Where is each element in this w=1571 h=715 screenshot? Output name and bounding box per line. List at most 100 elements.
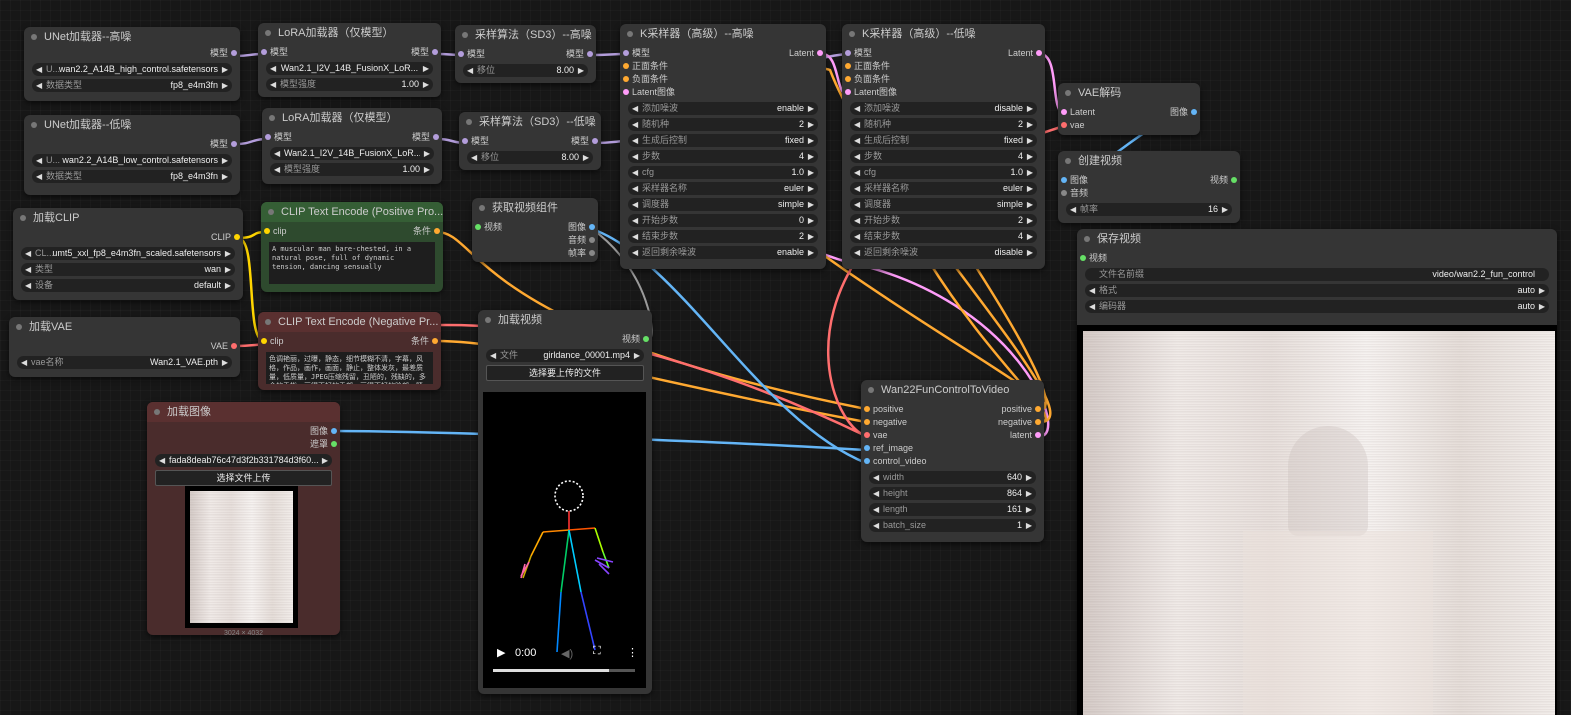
more-options-icon[interactable]: ⋮	[627, 646, 638, 659]
clip-encode-negative-node[interactable]: CLIP Text Encode (Negative Pr... clip 条件 …	[258, 312, 441, 390]
chevron-left-icon[interactable]: ◀	[854, 230, 860, 243]
video-player[interactable]: ▶ 0:00 ◀) ⛶ ⋮	[483, 392, 646, 688]
chevron-right-icon[interactable]: ▶	[1222, 203, 1228, 216]
chevron-left-icon[interactable]: ◀	[632, 230, 638, 243]
sampler-widget[interactable]: ◀ 采样器名称 euler ▶	[628, 182, 818, 195]
control-after-widget[interactable]: ◀ 生成后控制 fixed ▶	[850, 134, 1037, 147]
chevron-left-icon[interactable]: ◀	[36, 63, 42, 76]
chevron-right-icon[interactable]: ▶	[1027, 246, 1033, 259]
chevron-right-icon[interactable]: ▶	[1027, 150, 1033, 163]
chevron-left-icon[interactable]: ◀	[1089, 284, 1095, 297]
strength-widget[interactable]: ◀ 模型强度 1.00 ▶	[270, 163, 434, 176]
chevron-left-icon[interactable]: ◀	[854, 198, 860, 211]
image-preview[interactable]	[190, 491, 293, 623]
chevron-right-icon[interactable]: ▶	[1027, 102, 1033, 115]
end-step-widget[interactable]: ◀ 结束步数 2 ▶	[628, 230, 818, 243]
chevron-left-icon[interactable]: ◀	[25, 263, 31, 276]
input-model-socket[interactable]	[462, 138, 468, 144]
fullscreen-icon[interactable]: ⛶	[593, 645, 601, 658]
output-model-socket[interactable]	[231, 141, 237, 147]
volume-icon[interactable]: ◀)	[561, 647, 573, 660]
output-negative-socket[interactable]	[1035, 419, 1041, 425]
control-after-widget[interactable]: ◀ 生成后控制 fixed ▶	[628, 134, 818, 147]
image-file-widget[interactable]: ◀ fada8deab76c47d3f2b331784d3f60... ▶	[155, 454, 332, 467]
input-positive-socket[interactable]	[845, 63, 851, 69]
chevron-left-icon[interactable]: ◀	[854, 102, 860, 115]
output-video-socket[interactable]	[643, 336, 649, 342]
chevron-right-icon[interactable]: ▶	[222, 154, 228, 167]
chevron-right-icon[interactable]: ▶	[222, 63, 228, 76]
chevron-left-icon[interactable]: ◀	[873, 471, 879, 484]
video-file-widget[interactable]: ◀ 文件 girldance_00001.mp4 ▶	[486, 349, 644, 362]
input-model-socket[interactable]	[265, 134, 271, 140]
lora-loader-low-node[interactable]: LoRA加载器（仅模型） 模型 模型 ◀ Wan2.1_I2V_14B_Fusion…	[262, 108, 442, 184]
seed-widget[interactable]: ◀ 随机种 2 ▶	[628, 118, 818, 131]
filename-prefix-widget[interactable]: 文件名前缀 video/wan2.2_fun_control	[1085, 268, 1549, 281]
input-vae-socket[interactable]	[1061, 122, 1067, 128]
scheduler-widget[interactable]: ◀ 调度器 simple ▶	[628, 198, 818, 211]
output-model-socket[interactable]	[592, 138, 598, 144]
output-audio-socket[interactable]	[589, 237, 595, 243]
upload-video-button[interactable]: 选择要上传的文件	[486, 365, 644, 381]
output-model-socket[interactable]	[432, 49, 438, 55]
format-widget[interactable]: ◀ 格式 auto ▶	[1085, 284, 1549, 297]
chevron-right-icon[interactable]: ▶	[1026, 519, 1032, 532]
chevron-right-icon[interactable]: ▶	[1539, 300, 1545, 313]
input-ref-image-socket[interactable]	[864, 445, 870, 451]
chevron-right-icon[interactable]: ▶	[225, 279, 231, 292]
wan22-fun-control-node[interactable]: Wan22FunControlToVideo positive positive …	[861, 380, 1044, 542]
chevron-left-icon[interactable]: ◀	[25, 279, 31, 292]
negative-prompt-textarea[interactable]: 色调艳丽，过曝，静态，细节模糊不清，字幕，风格，作品，画作，画面，静止，整体发灰…	[266, 352, 433, 384]
input-clip-socket[interactable]	[264, 228, 270, 234]
output-latent-socket[interactable]	[1035, 432, 1041, 438]
chevron-right-icon[interactable]: ▶	[808, 134, 814, 147]
output-model-socket[interactable]	[231, 50, 237, 56]
output-positive-socket[interactable]	[1035, 406, 1041, 412]
chevron-right-icon[interactable]: ▶	[1027, 118, 1033, 131]
output-fps-socket[interactable]	[589, 250, 595, 256]
chevron-right-icon[interactable]: ▶	[634, 349, 640, 362]
output-model-socket[interactable]	[587, 51, 593, 57]
add-noise-widget[interactable]: ◀ 添加噪波 disable ▶	[850, 102, 1037, 115]
play-icon[interactable]: ▶	[497, 646, 505, 659]
chevron-left-icon[interactable]: ◀	[632, 214, 638, 227]
input-video-socket[interactable]	[475, 224, 481, 230]
unet-file-widget[interactable]: ◀ U... wan2.2_A14B_high_control.safetensor…	[32, 63, 232, 76]
chevron-left-icon[interactable]: ◀	[873, 519, 879, 532]
scheduler-widget[interactable]: ◀ 调度器 simple ▶	[850, 198, 1037, 211]
batch-size-widget[interactable]: ◀ batch_size 1 ▶	[869, 519, 1036, 532]
codec-widget[interactable]: ◀ 编码器 auto ▶	[1085, 300, 1549, 313]
ksampler-low-node[interactable]: K采样器（高级）--低噪 模型 Latent 正面条件 负面条件 Latent图像…	[842, 24, 1045, 269]
input-positive-socket[interactable]	[864, 406, 870, 412]
input-latent-socket[interactable]	[623, 89, 629, 95]
return-noise-widget[interactable]: ◀ 返回剩余噪波 enable ▶	[628, 246, 818, 259]
output-vae-socket[interactable]	[231, 343, 237, 349]
chevron-right-icon[interactable]: ▶	[578, 64, 584, 77]
lora-file-widget[interactable]: ◀ Wan2.1_I2V_14B_FusionX_LoR... ▶	[266, 62, 433, 75]
input-vae-socket[interactable]	[864, 432, 870, 438]
output-clip-socket[interactable]	[234, 234, 240, 240]
load-vae-node[interactable]: 加载VAE VAE ◀ vae名称 Wan2.1_VAE.pth ▶	[9, 317, 240, 377]
clip-type-widget[interactable]: ◀ 类型 wan ▶	[21, 263, 235, 276]
input-model-socket[interactable]	[845, 50, 851, 56]
sd3-sampling-high-node[interactable]: 采样算法（SD3）--高噪 模型 模型 ◀ 移位 8.00 ▶	[455, 25, 596, 83]
chevron-left-icon[interactable]: ◀	[632, 150, 638, 163]
chevron-left-icon[interactable]: ◀	[274, 147, 280, 160]
strength-widget[interactable]: ◀ 模型强度 1.00 ▶	[266, 78, 433, 91]
chevron-left-icon[interactable]: ◀	[873, 503, 879, 516]
dtype-widget[interactable]: ◀ 数据类型 fp8_e4m3fn ▶	[32, 170, 232, 183]
chevron-left-icon[interactable]: ◀	[490, 349, 496, 362]
input-clip-socket[interactable]	[261, 338, 267, 344]
chevron-right-icon[interactable]: ▶	[808, 150, 814, 163]
output-latent-socket[interactable]	[1036, 50, 1042, 56]
chevron-right-icon[interactable]: ▶	[225, 263, 231, 276]
clip-file-widget[interactable]: ◀ CL... umt5_xxl_fp8_e4m3fn_scaled.safeten…	[21, 247, 235, 260]
chevron-right-icon[interactable]: ▶	[808, 230, 814, 243]
output-model-socket[interactable]	[433, 134, 439, 140]
video-progress-bar[interactable]	[493, 669, 635, 672]
load-clip-node[interactable]: 加载CLIP CLIP ◀ CL... umt5_xxl_fp8_e4m3fn_sc…	[13, 208, 243, 300]
get-video-components-node[interactable]: 获取视频组件 视频 图像 音频 帧率	[472, 198, 598, 262]
chevron-left-icon[interactable]: ◀	[854, 182, 860, 195]
chevron-left-icon[interactable]: ◀	[632, 182, 638, 195]
input-negative-socket[interactable]	[864, 419, 870, 425]
